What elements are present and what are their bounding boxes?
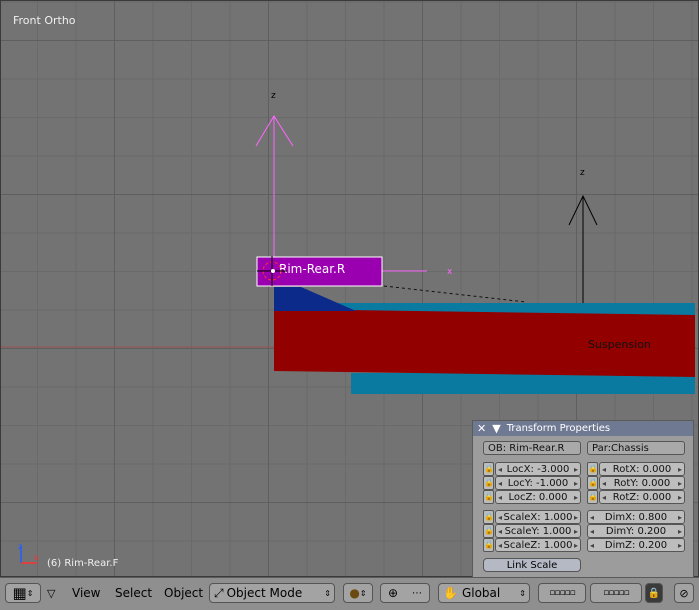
svg-text:z: z [18,542,22,551]
lock-icon[interactable]: 🔒 [483,510,494,524]
lock-icon[interactable]: 🔒 [645,583,663,603]
object-status: (6) Rim-Rear.F [47,558,119,569]
svg-text:x: x [34,553,39,562]
dim-y-field[interactable]: DimY: 0.200 [587,524,685,538]
close-icon[interactable]: ✕ [477,422,486,435]
menu-object[interactable]: Object [162,583,205,603]
render-icon[interactable]: ⊘ [674,583,694,603]
suspension-label: Suspension [588,338,651,351]
draw-type-selector[interactable]: ● ⇕ [343,583,373,603]
dim-x-field[interactable]: DimX: 0.800 [587,510,685,524]
viewport-header-bar: ▦ ⇕ ▽ View Select Object ⤢ Object Mode ⇕ … [0,577,699,610]
rot-y-field[interactable]: RotY: 0.000 [599,476,685,490]
mode-selector[interactable]: ⤢ Object Mode ⇕ [209,583,335,603]
lock-icon[interactable]: 🔒 [483,462,494,476]
rot-x-field[interactable]: RotX: 0.000 [599,462,685,476]
pivot-icon: ⊕ [387,586,399,600]
panel-title: Transform Properties [506,423,611,434]
parent-relation-line [383,285,527,303]
scale-x-field[interactable]: ScaleX: 1.000 [495,510,581,524]
lock-icon[interactable]: 🔒 [587,462,598,476]
blue-mesh-wedge [274,287,356,311]
parent-field[interactable]: Par:Chassis [587,441,685,455]
hand-icon: ✋ [443,586,458,600]
menu-select[interactable]: Select [113,583,154,603]
link-scale-button[interactable]: Link Scale [483,558,581,572]
lock-icon[interactable]: 🔒 [587,476,598,490]
editor-type-selector[interactable]: ▦ ⇕ [5,583,41,603]
chassis-z-label: z [580,168,585,178]
collapse-menus-icon[interactable]: ▽ [47,583,61,603]
menu-view[interactable]: View [70,583,102,603]
loc-y-field[interactable]: LocY: -1.000 [495,476,581,490]
solid-shading-icon: ● [349,586,360,600]
grid-icon: ▦ [12,584,27,602]
lock-icon[interactable]: 🔒 [587,490,598,504]
transform-properties-panel: ✕ ▼ Transform Properties OB: Rim-Rear.R … [472,420,694,577]
pivot-selector[interactable]: ⊕ ⋯ [380,583,430,603]
dim-z-field[interactable]: DimZ: 0.200 [587,538,685,552]
selected-z-label: z [271,91,276,101]
orientation-label: Global [461,586,501,600]
scale-z-field[interactable]: ScaleZ: 1.000 [495,538,581,552]
panel-header: ✕ ▼ Transform Properties [473,421,693,436]
lock-icon[interactable]: 🔒 [483,524,494,538]
lock-icon[interactable]: 🔒 [483,538,494,552]
orientation-selector[interactable]: ✋ Global ⇕ [438,583,530,603]
lock-icon[interactable]: 🔒 [483,490,494,504]
selected-x-label: x [447,267,453,277]
lock-icon[interactable]: 🔒 [483,476,494,490]
layer-buttons-b[interactable]: ▫▫▫▫▫ [590,583,642,603]
selected-object-label: Rim-Rear.R [279,262,345,276]
scale-y-field[interactable]: ScaleY: 1.000 [495,524,581,538]
mode-label: Object Mode [226,586,303,600]
object-mode-icon: ⤢ [214,585,224,600]
loc-z-field[interactable]: LocZ: 0.000 [495,490,581,504]
loc-x-field[interactable]: LocX: -3.000 [495,462,581,476]
layer-buttons-a[interactable]: ▫▫▫▫▫ [538,583,586,603]
object-name-field[interactable]: OB: Rim-Rear.R [483,441,581,455]
rot-z-field[interactable]: RotZ: 0.000 [599,490,685,504]
snap-icon: ⋯ [412,587,423,599]
collapse-icon[interactable]: ▼ [492,422,500,435]
